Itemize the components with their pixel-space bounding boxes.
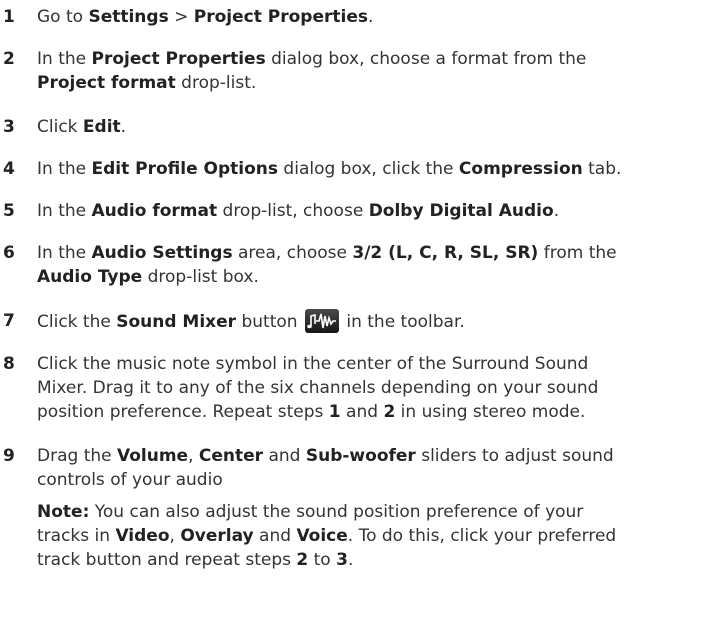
step-number: 9: [3, 446, 15, 466]
sound-mixer-icon: [304, 309, 339, 333]
field-audio-type: Audio Type: [37, 267, 143, 287]
step-ref-1: 1: [328, 402, 341, 422]
text: drop-list.: [175, 73, 257, 93]
text: from the: [538, 243, 617, 263]
text: to: [308, 550, 337, 570]
text: position preference. Repeat steps: [37, 402, 329, 422]
text: .: [347, 550, 354, 570]
text: In the: [37, 243, 92, 263]
slider-center: Center: [198, 446, 264, 466]
text: In the: [37, 159, 92, 179]
text: and: [340, 402, 384, 422]
note-label: Note:: [37, 502, 90, 522]
text: In the: [37, 49, 92, 69]
text: and: [263, 446, 306, 466]
text: dialog box, choose a format from the: [265, 49, 587, 69]
track-voice: Voice: [296, 526, 348, 546]
text: .: [553, 201, 560, 221]
field-audio-format: Audio format: [91, 201, 218, 221]
text: .: [120, 117, 127, 137]
step-number: 7: [3, 311, 15, 331]
text: In the: [37, 201, 92, 221]
option-dolby-digital-audio: Dolby Digital Audio: [368, 201, 554, 221]
tab-compression: Compression: [458, 159, 583, 179]
step-number: 5: [3, 201, 15, 221]
text: Click the music note symbol in the cente…: [37, 354, 589, 374]
text: drop-list box.: [142, 267, 259, 287]
text: area, choose: [232, 243, 353, 263]
text: track button and repeat steps: [37, 550, 297, 570]
text: in the toolbar.: [340, 312, 465, 332]
text: >: [168, 7, 194, 27]
slider-sub-woofer: Sub-woofer: [305, 446, 416, 466]
slider-volume: Volume: [117, 446, 189, 466]
dialog-edit-profile-options: Edit Profile Options: [91, 159, 279, 179]
text: ,: [188, 446, 199, 466]
text: controls of your audio: [37, 470, 223, 490]
text: button: [236, 312, 298, 332]
text: Go to: [37, 7, 89, 27]
step-number: 1: [3, 7, 15, 27]
text: Click the: [37, 312, 117, 332]
text: . To do this, click your preferred: [347, 526, 617, 546]
step-number: 6: [3, 243, 15, 263]
text: Mixer. Drag it to any of the six channel…: [37, 378, 599, 398]
step-ref-2: 2: [383, 402, 396, 422]
step-number: 4: [3, 159, 15, 179]
option-3-2-channels: 3/2 (L, C, R, SL, SR): [352, 243, 539, 263]
text: and: [253, 526, 297, 546]
instruction-document: 1 Go to Settings > Project Properties. 2…: [0, 0, 718, 618]
text: drop-list, choose: [217, 201, 369, 221]
dialog-project-properties: Project Properties: [91, 49, 266, 69]
menu-project-properties: Project Properties: [193, 7, 368, 27]
text: tracks in: [37, 526, 116, 546]
button-sound-mixer: Sound Mixer: [116, 312, 237, 332]
text: tab.: [582, 159, 622, 179]
step-number: 8: [3, 354, 15, 374]
step-number: 3: [3, 117, 15, 137]
text: .: [367, 7, 374, 27]
step-number: 2: [3, 49, 15, 69]
text: Click: [37, 117, 83, 137]
text: Drag the: [37, 446, 117, 466]
menu-settings: Settings: [88, 7, 169, 27]
track-video: Video: [115, 526, 170, 546]
step-ref-3: 3: [336, 550, 348, 570]
text: You can also adjust the sound position p…: [89, 502, 584, 522]
button-edit: Edit: [82, 117, 121, 137]
field-project-format: Project format: [37, 73, 176, 93]
text: dialog box, click the: [278, 159, 459, 179]
area-audio-settings: Audio Settings: [91, 243, 233, 263]
step-ref-2: 2: [296, 550, 309, 570]
text: ,: [169, 526, 181, 546]
text: in using stereo mode.: [395, 402, 586, 422]
track-overlay: Overlay: [180, 526, 254, 546]
text: sliders to adjust sound: [415, 446, 614, 466]
